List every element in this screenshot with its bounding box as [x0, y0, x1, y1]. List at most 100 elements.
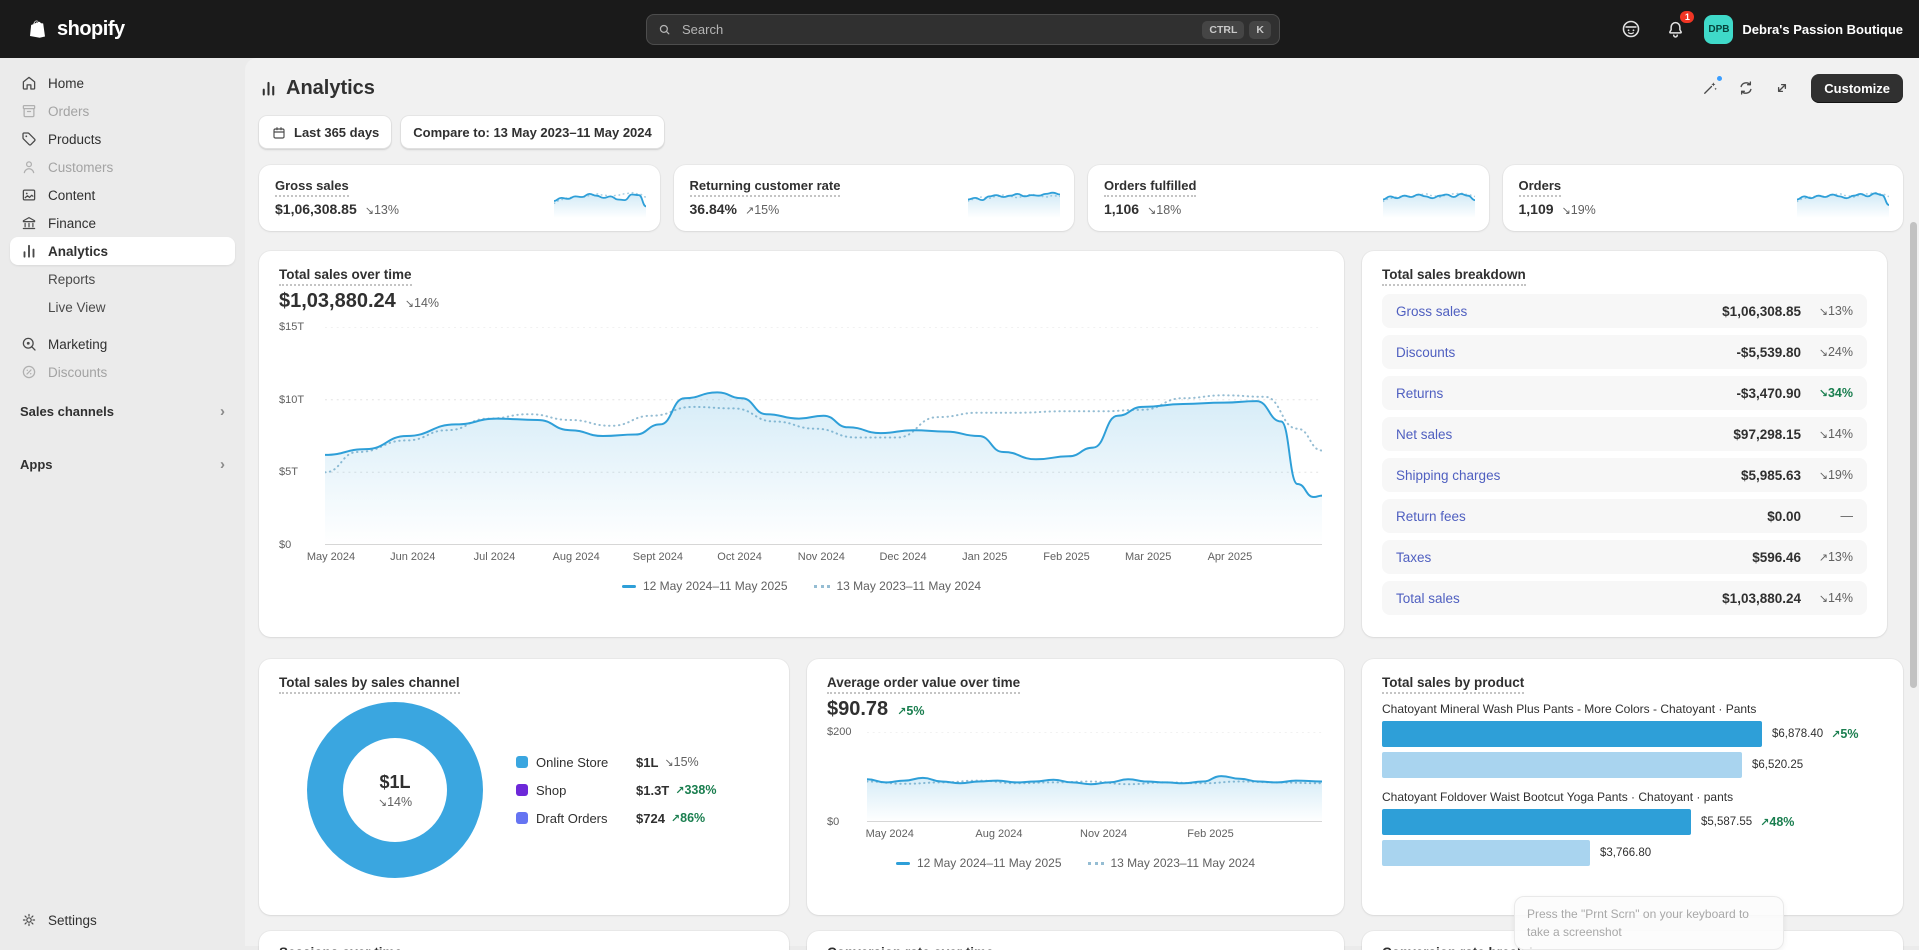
notifications-button[interactable]: 1 [1660, 11, 1695, 44]
sidebar-item-products[interactable]: Products [10, 125, 235, 153]
product-row[interactable]: Chatoyant Foldover Waist Bootcut Yoga Pa… [1382, 790, 1883, 866]
sidebar-item-settings[interactable]: Settings [10, 906, 235, 934]
legend-swatch [516, 756, 528, 768]
breakdown-row-link[interactable]: Discounts [1396, 345, 1736, 360]
sidebar-item-label: Reports [48, 271, 96, 287]
bar-value: $6,878.40 [1772, 728, 1824, 740]
sidebar-item-reports[interactable]: Reports [10, 265, 235, 293]
breakdown-row-link[interactable]: Gross sales [1396, 304, 1722, 319]
compare-to-button[interactable]: Compare to: 13 May 2023–11 May 2024 [401, 116, 664, 149]
legend-swatch [516, 812, 528, 824]
sidebar-item-label: Customers [48, 159, 114, 175]
product-name: Chatoyant Mineral Wash Plus Pants - More… [1382, 702, 1757, 716]
breakdown-title[interactable]: Total sales breakdown [1382, 267, 1867, 286]
legend-item: 13 May 2023–11 May 2024 [1087, 856, 1255, 870]
channel-title[interactable]: Total sales by sales channel [279, 675, 769, 694]
sales-by-product-card: Total sales by product Chatoyant Mineral… [1362, 659, 1903, 915]
metric-change: ↘13% [364, 203, 399, 217]
total-sales-chart[interactable]: $15T $10T $5T $0 [279, 321, 1324, 551]
aov-value: $90.78 [827, 698, 889, 720]
metric-change: ↗15% [744, 203, 780, 217]
breakdown-row-returns[interactable]: Returns -$3,470.90 ↘34% [1382, 376, 1867, 410]
search-input[interactable] [680, 21, 1198, 38]
aov-chart[interactable]: $200 $0 [827, 726, 1324, 828]
breakdown-row-link[interactable]: Return fees [1396, 509, 1767, 524]
shopify-logo[interactable]: shopify [26, 17, 125, 41]
chart-legend: 12 May 2024–11 May 2025 13 May 2023–11 Ma… [279, 579, 1324, 593]
fullscreen-button[interactable] [1767, 73, 1797, 103]
sidebar-section-sales-channels[interactable]: Sales channels › [10, 397, 235, 425]
chevron-right-icon: › [220, 455, 225, 473]
main-content: Analytics Customize Last 365 days Compar… [245, 58, 1919, 950]
sidebar-item-customers[interactable]: Customers [10, 153, 235, 181]
products-title[interactable]: Total sales by product [1382, 675, 1883, 694]
date-range-button[interactable]: Last 365 days [259, 116, 392, 149]
sidebar-item-orders[interactable]: Orders [10, 97, 235, 125]
legend-item: 12 May 2024–11 May 2025 [621, 579, 788, 593]
legend-item: 12 May 2024–11 May 2025 [895, 856, 1062, 870]
breakdown-row-link[interactable]: Net sales [1396, 427, 1733, 442]
x-axis-tick: Nov 2024 [797, 551, 845, 563]
breakdown-row-link[interactable]: Returns [1396, 386, 1736, 401]
breakdown-row-value: $596.46 [1752, 549, 1801, 565]
breakdown-row-taxes[interactable]: Taxes $596.46 ↗13% [1382, 540, 1867, 574]
partial-card-0[interactable]: Sessions over time [259, 931, 789, 950]
sidebar-item-content[interactable]: Content [10, 181, 235, 209]
store-menu[interactable]: DPB Debra's Passion Boutique [1704, 14, 1903, 44]
channel-donut-chart[interactable]: $1L ↘14% [307, 702, 483, 878]
breakdown-row-discounts[interactable]: Discounts -$5,539.80 ↘24% [1382, 335, 1867, 369]
x-axis-labels: May 2024 Aug 2024 Nov 2024 Feb 2025 [866, 828, 1322, 842]
chart-title[interactable]: Total sales over time [279, 267, 1324, 286]
sidebar-item-home[interactable]: Home [10, 69, 235, 97]
refresh-button[interactable] [1731, 73, 1761, 103]
metric-card-gross-sales[interactable]: Gross sales $1,06,308.85 ↘13% [259, 165, 660, 231]
screenshot-tooltip: Press the "Prnt Scrn" on your keyboard t… [1514, 896, 1784, 950]
metric-card-orders[interactable]: Orders 1,109 ↘19% [1502, 165, 1903, 231]
previous-period-bar [1382, 840, 1590, 866]
product-row[interactable]: Chatoyant Mineral Wash Plus Pants - More… [1382, 702, 1883, 778]
metric-value: 1,106 [1104, 201, 1140, 217]
sidebar-section-apps[interactable]: Apps › [10, 450, 235, 478]
legend-dotted-swatch [1087, 861, 1104, 865]
breakdown-row-value: $5,985.63 [1740, 467, 1801, 483]
global-search[interactable]: CTRL K [646, 14, 1280, 45]
breakdown-row-change: ↗13% [1818, 550, 1853, 564]
y-axis-tick: $200 [827, 726, 852, 738]
breakdown-row-link[interactable]: Shipping charges [1396, 468, 1741, 483]
breakdown-row-total-sales[interactable]: Total sales $1,03,880.24 ↘14% [1382, 581, 1867, 615]
total-sales-over-time-card: Total sales over time $1,03,880.24 ↘14% … [259, 251, 1344, 637]
aov-title[interactable]: Average order value over time [827, 675, 1324, 694]
content-icon [20, 186, 38, 204]
breakdown-row-shipping-charges[interactable]: Shipping charges $5,985.63 ↘19% [1382, 458, 1867, 492]
aov-change: ↗5% [897, 704, 925, 718]
metric-card-orders-fulfilled[interactable]: Orders fulfilled 1,106 ↘18% [1088, 165, 1489, 231]
metric-card-returning-customer-rate[interactable]: Returning customer rate 36.84% ↗15% [673, 165, 1074, 231]
breakdown-row-value: $1,06,308.85 [1722, 303, 1801, 319]
sidebar-item-live-view[interactable]: Live View [10, 293, 235, 321]
metric-value: 36.84% [689, 201, 737, 217]
total-sales-value: $1,03,880.24 [279, 290, 396, 312]
sidekick-assistant-button[interactable] [1616, 14, 1646, 44]
breakdown-row-gross-sales[interactable]: Gross sales $1,06,308.85 ↘13% [1382, 294, 1867, 328]
sidebar-item-marketing[interactable]: Marketing [10, 330, 235, 358]
bar-change: ↗48% [1760, 815, 1795, 829]
breakdown-row-link[interactable]: Total sales [1396, 591, 1722, 606]
bar-value: $3,766.80 [1600, 847, 1652, 859]
insights-button[interactable] [1695, 73, 1725, 103]
sidebar-item-analytics[interactable]: Analytics [10, 237, 235, 265]
sidebar-item-finance[interactable]: Finance [10, 209, 235, 237]
channel-legend-online-store: Online Store $1L ↘15% [516, 753, 716, 772]
breakdown-row-return-fees[interactable]: Return fees $0.00 — [1382, 499, 1867, 533]
breakdown-row-link[interactable]: Taxes [1396, 550, 1752, 565]
x-axis-tick: Sept 2024 [632, 551, 683, 563]
customize-button[interactable]: Customize [1811, 73, 1903, 103]
date-range-label: Last 365 days [294, 125, 380, 140]
product-name: Chatoyant Foldover Waist Bootcut Yoga Pa… [1382, 790, 1734, 804]
bar-value: $5,587.55 [1701, 816, 1753, 828]
sidebar-item-discounts[interactable]: Discounts [10, 358, 235, 386]
vertical-scrollbar-thumb[interactable] [1910, 222, 1917, 688]
legend-value: $1.3T [636, 782, 670, 798]
breakdown-row-net-sales[interactable]: Net sales $97,298.15 ↘14% [1382, 417, 1867, 451]
partial-card-1[interactable]: Conversion rate over time [807, 931, 1344, 950]
products-icon [20, 130, 38, 148]
